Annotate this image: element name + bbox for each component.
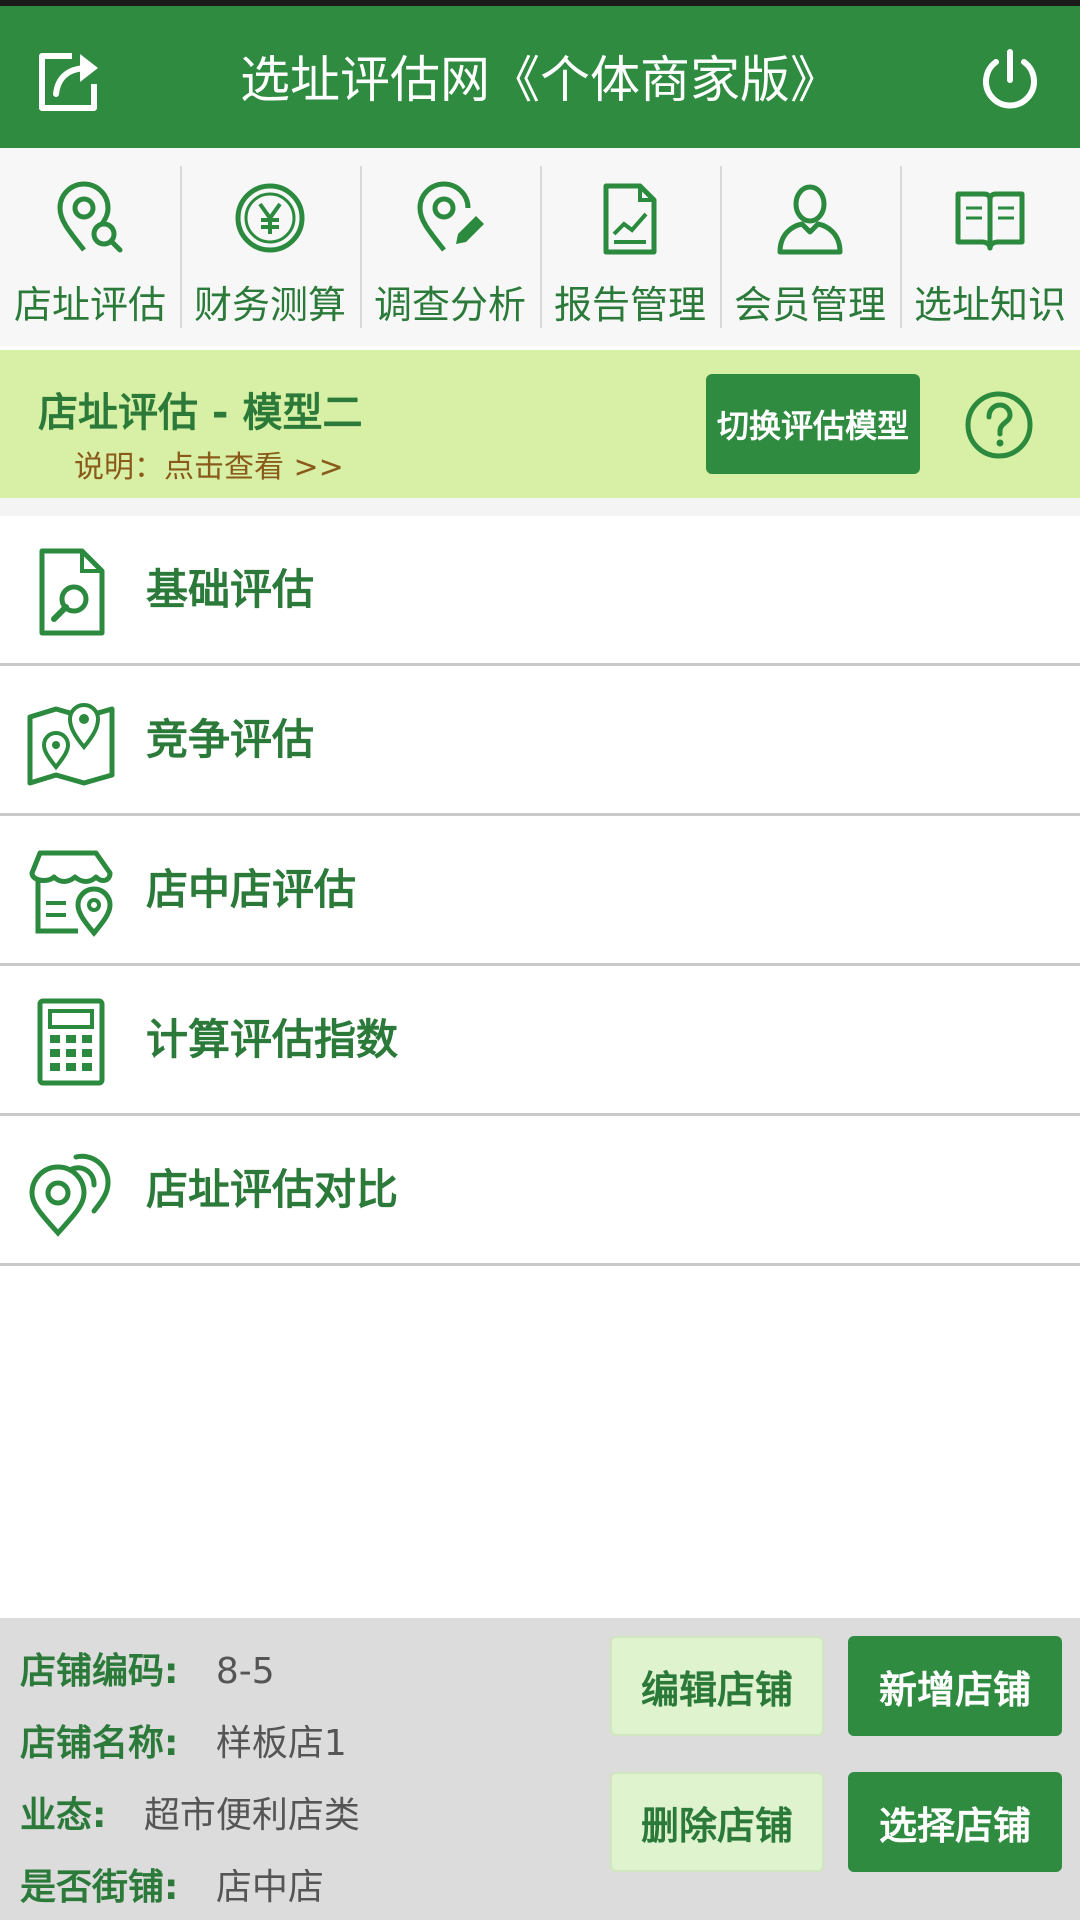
store-name-row: 店铺名称: 样板店1 <box>20 1714 347 1766</box>
store-info-panel: 店铺编码: 8-5 店铺名称: 样板店1 业态: 超市便利店类 是否街铺: 店中… <box>0 1618 1080 1920</box>
menu-item-basic-evaluation[interactable]: 基础评估 <box>0 516 1080 666</box>
compare-locations-icon <box>26 1147 116 1237</box>
nav-label: 报告管理 <box>553 283 706 327</box>
report-icon <box>590 178 670 258</box>
menu-label: 基础评估 <box>146 565 315 614</box>
location-edit-icon <box>410 178 490 258</box>
nav-item-reports[interactable]: 报告管理 <box>540 148 720 346</box>
street-shop-label: 是否街铺: <box>20 1867 179 1908</box>
power-icon[interactable] <box>972 42 1048 118</box>
add-store-button[interactable]: 新增店铺 <box>848 1636 1062 1736</box>
calculator-icon <box>26 997 116 1087</box>
street-shop-row: 是否街铺: 店中店 <box>20 1858 324 1910</box>
menu-item-store-in-store[interactable]: 店中店评估 <box>0 816 1080 966</box>
description-link[interactable]: 点击查看 >> <box>164 450 344 485</box>
switch-model-button[interactable]: 切换评估模型 <box>706 374 920 474</box>
menu-item-calc-index[interactable]: 计算评估指数 <box>0 966 1080 1116</box>
nav-item-site-evaluation[interactable]: 店址评估 <box>0 148 180 346</box>
model-title: 店址评估 - 模型二 <box>38 390 363 436</box>
nav-item-members[interactable]: 会员管理 <box>720 148 900 346</box>
store-type-value: 超市便利店类 <box>143 1795 360 1836</box>
store-code-label: 店铺编码: <box>20 1651 179 1692</box>
nav-label: 调查分析 <box>373 283 526 327</box>
store-code-row: 店铺编码: 8-5 <box>20 1642 275 1694</box>
help-icon[interactable] <box>964 390 1034 460</box>
menu-label: 计算评估指数 <box>146 1015 399 1064</box>
nav-label: 店址评估 <box>13 283 166 327</box>
menu-label: 店中店评估 <box>146 865 357 914</box>
main-nav: 店址评估 财务测算 调查分析 报告管理 会员管理 选址知识 <box>0 148 1080 346</box>
nav-item-survey[interactable]: 调查分析 <box>360 148 540 346</box>
menu-label: 店址评估对比 <box>146 1165 399 1214</box>
store-code-value: 8-5 <box>215 1651 275 1692</box>
location-search-icon <box>50 178 130 258</box>
edit-store-button[interactable]: 编辑店铺 <box>610 1636 824 1736</box>
yen-coin-icon <box>230 178 310 258</box>
menu-label: 竞争评估 <box>146 715 315 764</box>
store-name-label: 店铺名称: <box>20 1723 179 1764</box>
menu-item-compare[interactable]: 店址评估对比 <box>0 1116 1080 1266</box>
store-name-value: 样板店1 <box>215 1723 347 1764</box>
share-icon[interactable] <box>32 42 108 118</box>
book-icon <box>950 178 1030 258</box>
select-store-button[interactable]: 选择店铺 <box>848 1772 1062 1872</box>
document-search-icon <box>26 547 116 637</box>
street-shop-value: 店中店 <box>215 1867 324 1908</box>
app-title: 选址评估网《个体商家版》 <box>240 51 840 109</box>
model-banner: 店址评估 - 模型二 说明：点击查看 >> 切换评估模型 <box>0 350 1080 498</box>
store-type-row: 业态: 超市便利店类 <box>20 1786 360 1838</box>
model-description: 说明：点击查看 >> <box>74 442 344 486</box>
store-location-icon <box>26 847 116 937</box>
section-divider <box>0 498 1080 516</box>
description-label: 说明： <box>74 450 164 485</box>
nav-label: 选址知识 <box>913 283 1066 327</box>
nav-label: 会员管理 <box>733 283 886 327</box>
store-type-label: 业态: <box>20 1795 107 1836</box>
user-icon <box>770 178 850 258</box>
nav-item-knowledge[interactable]: 选址知识 <box>900 148 1080 346</box>
nav-item-finance[interactable]: 财务测算 <box>180 148 360 346</box>
evaluation-menu: 基础评估 竞争评估 店中店评估 计算评估指数 店址评估对比 <box>0 516 1080 1266</box>
app-header: 选址评估网《个体商家版》 <box>0 0 1080 148</box>
menu-item-competition-evaluation[interactable]: 竞争评估 <box>0 666 1080 816</box>
delete-store-button[interactable]: 删除店铺 <box>610 1772 824 1872</box>
nav-label: 财务测算 <box>193 283 346 327</box>
map-pins-icon <box>26 697 116 787</box>
